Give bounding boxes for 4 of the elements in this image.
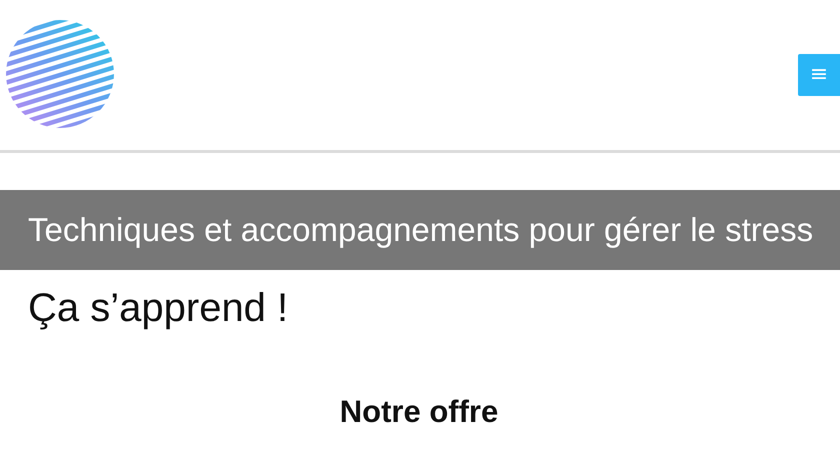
section-heading: Notre offre [340,393,498,431]
menu-button[interactable]: ≡ [798,54,840,96]
banner-subtitle: Techniques et accompagnements pour gérer le stress [28,210,814,250]
tagline: Ça s’apprend ! [28,285,288,331]
